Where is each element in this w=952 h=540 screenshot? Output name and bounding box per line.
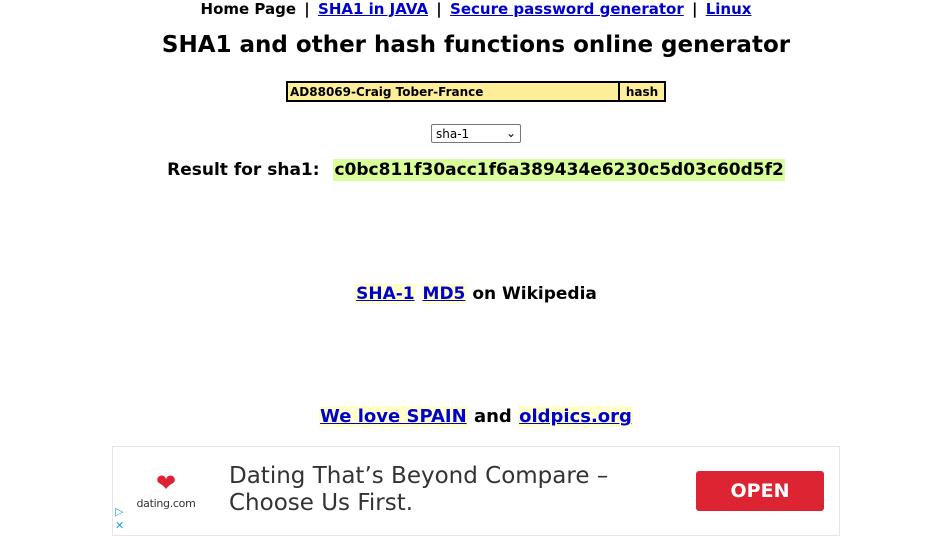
wikipedia-links: SHA-1 MD5 on Wikipedia — [0, 284, 952, 304]
promo-link-spain[interactable]: We love SPAIN — [319, 406, 468, 427]
result-line: Result for sha1: c0bc811f30acc1f6a389434… — [0, 159, 952, 181]
result-label: Result for sha1: — [167, 160, 320, 180]
top-nav: Home Page | SHA1 in JAVA | Secure passwo… — [0, 0, 952, 18]
algorithm-select[interactable]: sha-1 ⌄ — [431, 124, 521, 143]
promo-and: and — [473, 406, 512, 427]
ad-choices-icon[interactable]: ▷ ✕ — [115, 505, 124, 533]
ad-open-button[interactable]: OPEN — [696, 471, 824, 511]
wiki-suffix: on Wikipedia — [472, 284, 597, 304]
ad-banner[interactable]: ❤ dating.com Dating That’s Beyond Compar… — [112, 446, 840, 536]
hash-button[interactable]: hash — [620, 81, 666, 102]
nav-link-linux[interactable]: Linux — [706, 0, 752, 18]
nav-separator: | — [691, 0, 698, 18]
wiki-link-md5[interactable]: MD5 — [421, 284, 467, 304]
promo-link-oldpics[interactable]: oldpics.org — [518, 406, 633, 427]
hash-input[interactable] — [286, 81, 620, 102]
ad-logo: ❤ dating.com — [131, 471, 201, 510]
heart-icon: ❤ — [155, 469, 177, 497]
algorithm-select-value: sha-1 — [436, 126, 470, 141]
nav-link-sha1-java[interactable]: SHA1 in JAVA — [318, 0, 428, 18]
ad-brand: dating.com — [136, 497, 196, 510]
wiki-link-sha1[interactable]: SHA-1 — [355, 284, 416, 304]
chevron-down-icon: ⌄ — [505, 126, 516, 140]
promo-links: We love SPAIN and oldpics.org — [0, 406, 952, 427]
result-hash-value: c0bc811f30acc1f6a389434e6230c5d03c60d5f2 — [333, 159, 785, 181]
page-title: SHA1 and other hash functions online gen… — [161, 32, 791, 58]
nav-link-password-generator[interactable]: Secure password generator — [450, 0, 684, 18]
nav-home-label: Home Page — [200, 0, 297, 18]
hash-form: hash — [286, 81, 666, 102]
ad-headline: Dating That’s Beyond Compare – Choose Us… — [229, 463, 609, 516]
nav-separator: | — [304, 0, 310, 18]
nav-separator: | — [436, 0, 442, 18]
